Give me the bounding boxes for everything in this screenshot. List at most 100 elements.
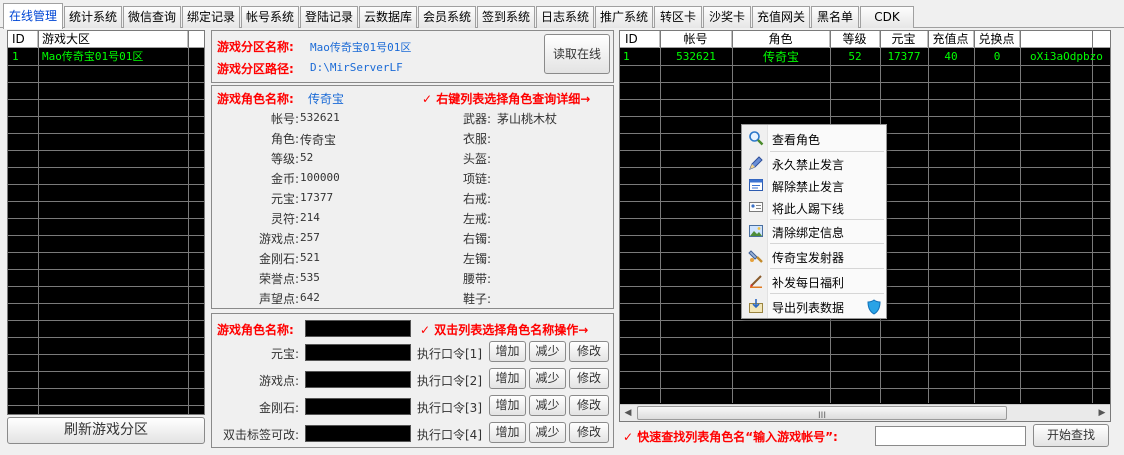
op-label-custom[interactable]: 双击标签可改: [223, 426, 299, 443]
tab-log-system[interactable]: 日志系统 [536, 6, 594, 28]
tab-promotion-system[interactable]: 推广系统 [595, 6, 653, 28]
op-sub-button-3[interactable]: 减少 [529, 395, 566, 416]
card-icon [748, 199, 764, 215]
op-input-game-points[interactable] [305, 371, 411, 388]
op-input-diamond[interactable] [305, 398, 411, 415]
scroll-right-arrow-icon[interactable]: ▶ [1096, 407, 1108, 419]
tool-icon [748, 248, 764, 264]
zone-name-value: Mao传奇宝01号01区 [310, 41, 412, 54]
scroll-thumb[interactable]: III [637, 406, 1007, 421]
menu-item-launcher[interactable]: 传奇宝发射器 [742, 245, 886, 267]
online-header-id[interactable]: ID [620, 31, 660, 48]
tab-online-management[interactable]: 在线管理 [3, 3, 63, 29]
op-add-button-3[interactable]: 增加 [489, 395, 526, 416]
menu-item-view-role[interactable]: 查看角色 [742, 127, 886, 149]
online-cell-extra: oXi3aOdpbzo [1030, 50, 1103, 63]
op-mod-button-3[interactable]: 修改 [569, 395, 609, 416]
op-sub-button-4[interactable]: 减少 [529, 422, 566, 443]
operations-panel: 游戏角色名称: ✓ 双击列表选择角色名称操作→ 元宝: 执行口令[1] 增加 减… [211, 313, 614, 448]
tab-signin-system[interactable]: 签到系统 [477, 6, 535, 28]
online-header-exchange[interactable]: 兑换点 [974, 31, 1020, 48]
tab-cdk[interactable]: CDK [860, 6, 914, 28]
menu-item-reissue-welfare[interactable]: 补发每日福利 [742, 270, 886, 292]
tab-binding-records[interactable]: 绑定记录 [182, 6, 240, 28]
tab-account-system[interactable]: 帐号系统 [241, 6, 299, 28]
op-role-name-input[interactable] [305, 320, 411, 337]
op-label-diamond[interactable]: 金刚石: [259, 399, 299, 416]
menu-item-ban-chat[interactable]: 永久禁止发言 [742, 152, 886, 174]
online-header-recharge[interactable]: 充值点 [928, 31, 974, 48]
tab-member-system[interactable]: 会员系统 [418, 6, 476, 28]
search-label: ✓ 快速查找列表角色名“输入游戏帐号”: [623, 430, 838, 444]
op-cmd-2: 执行口令[2] [417, 374, 482, 388]
read-online-button[interactable]: 读取在线 [544, 34, 610, 74]
field-label-prestige: 声望点: [258, 292, 299, 306]
menu-item-clear-binding[interactable]: 清除绑定信息 [742, 220, 886, 242]
online-header-extra[interactable] [1020, 31, 1110, 48]
pen-icon [748, 155, 764, 171]
zone-list-header-zone[interactable]: 游戏大区 [38, 31, 188, 48]
op-mod-button-1[interactable]: 修改 [569, 341, 609, 362]
equip-label-right-bracelet: 右镯: [462, 232, 491, 246]
field-value-account: 532621 [300, 111, 340, 124]
equip-label-left-bracelet: 左镯: [462, 252, 491, 266]
field-label-role: 角色: [270, 132, 299, 146]
tab-prize-card[interactable]: 沙奖卡 [703, 6, 751, 28]
search-input[interactable] [875, 426, 1026, 446]
role-name-label: 游戏角色名称: [217, 92, 294, 106]
tab-cloud-database[interactable]: 云数据库 [359, 6, 417, 28]
op-add-button-1[interactable]: 增加 [489, 341, 526, 362]
op-mod-button-2[interactable]: 修改 [569, 368, 609, 389]
search-button[interactable]: 开始查找 [1033, 424, 1109, 447]
field-value-role: 传奇宝 [300, 133, 337, 147]
online-header-yuanbao[interactable]: 元宝 [880, 31, 928, 48]
zone-row-name: Mao传奇宝01号01区 [42, 50, 144, 63]
op-sub-button-1[interactable]: 减少 [529, 341, 566, 362]
menu-item-export-list[interactable]: 导出列表数据 [742, 295, 886, 317]
field-label-talisman: 灵符: [270, 212, 299, 226]
op-sub-button-2[interactable]: 减少 [529, 368, 566, 389]
field-value-gold: 100000 [300, 171, 340, 184]
refresh-zones-button[interactable]: 刷新游戏分区 [7, 417, 205, 444]
menu-item-kick-offline[interactable]: 将此人踢下线 [742, 196, 886, 218]
field-label-diamond: 金刚石: [258, 252, 299, 266]
zone-info-panel: 游戏分区名称: Mao传奇宝01号01区 游戏分区路径: D:\MirServe… [211, 30, 614, 83]
op-label-yuanbao[interactable]: 元宝: [271, 345, 299, 362]
magnifier-icon [748, 130, 764, 146]
online-row[interactable]: 1 532621 传奇宝 52 17377 40 0 oXi3aOdpbzo [620, 49, 1110, 66]
equip-value-weapon: 茅山桃木杖 [497, 112, 558, 126]
zone-name-label: 游戏分区名称: [217, 40, 294, 54]
scroll-left-arrow-icon[interactable]: ◀ [622, 407, 634, 419]
field-value-yuanbao: 17377 [300, 191, 334, 204]
window-icon [748, 177, 764, 193]
zone-path-value: D:\MirServerLF [310, 61, 403, 74]
op-add-button-2[interactable]: 增加 [489, 368, 526, 389]
op-input-custom[interactable] [305, 425, 411, 442]
op-cmd-4: 执行口令[4] [417, 428, 482, 442]
op-add-button-4[interactable]: 增加 [489, 422, 526, 443]
tab-login-records[interactable]: 登陆记录 [300, 6, 358, 28]
online-header-level[interactable]: 等级 [830, 31, 880, 48]
op-mod-button-4[interactable]: 修改 [569, 422, 609, 443]
field-value-level: 52 [300, 151, 314, 164]
op-label-game-points[interactable]: 游戏点: [259, 372, 299, 389]
zone-list-header-id[interactable]: ID [8, 31, 38, 48]
zone-row[interactable]: 1 Mao传奇宝01号01区 [8, 49, 188, 66]
horizontal-scrollbar[interactable]: ◀ III ▶ [620, 404, 1110, 421]
op-input-yuanbao[interactable] [305, 344, 411, 361]
field-label-game-points: 游戏点: [258, 232, 299, 246]
tab-recharge-gateway[interactable]: 充值网关 [752, 6, 810, 28]
online-cell-recharge: 40 [944, 50, 958, 63]
tab-blacklist[interactable]: 黑名单 [811, 6, 859, 28]
field-value-honor: 535 [300, 271, 320, 284]
tab-wechat-query[interactable]: 微信查询 [123, 6, 181, 28]
equip-label-left-ring: 左戒: [462, 212, 491, 226]
zone-list[interactable]: ID 游戏大区 1 Mao传奇宝01号01区 [7, 30, 205, 415]
online-header-account[interactable]: 帐号 [660, 31, 732, 48]
online-cell-account: 532621 [676, 50, 716, 63]
online-header-role[interactable]: 角色 [732, 31, 830, 48]
tab-transfer-card[interactable]: 转区卡 [654, 6, 702, 28]
menu-item-unban-chat[interactable]: 解除禁止发言 [742, 174, 886, 196]
field-value-game-points: 257 [300, 231, 320, 244]
tab-statistics[interactable]: 统计系统 [64, 6, 122, 28]
